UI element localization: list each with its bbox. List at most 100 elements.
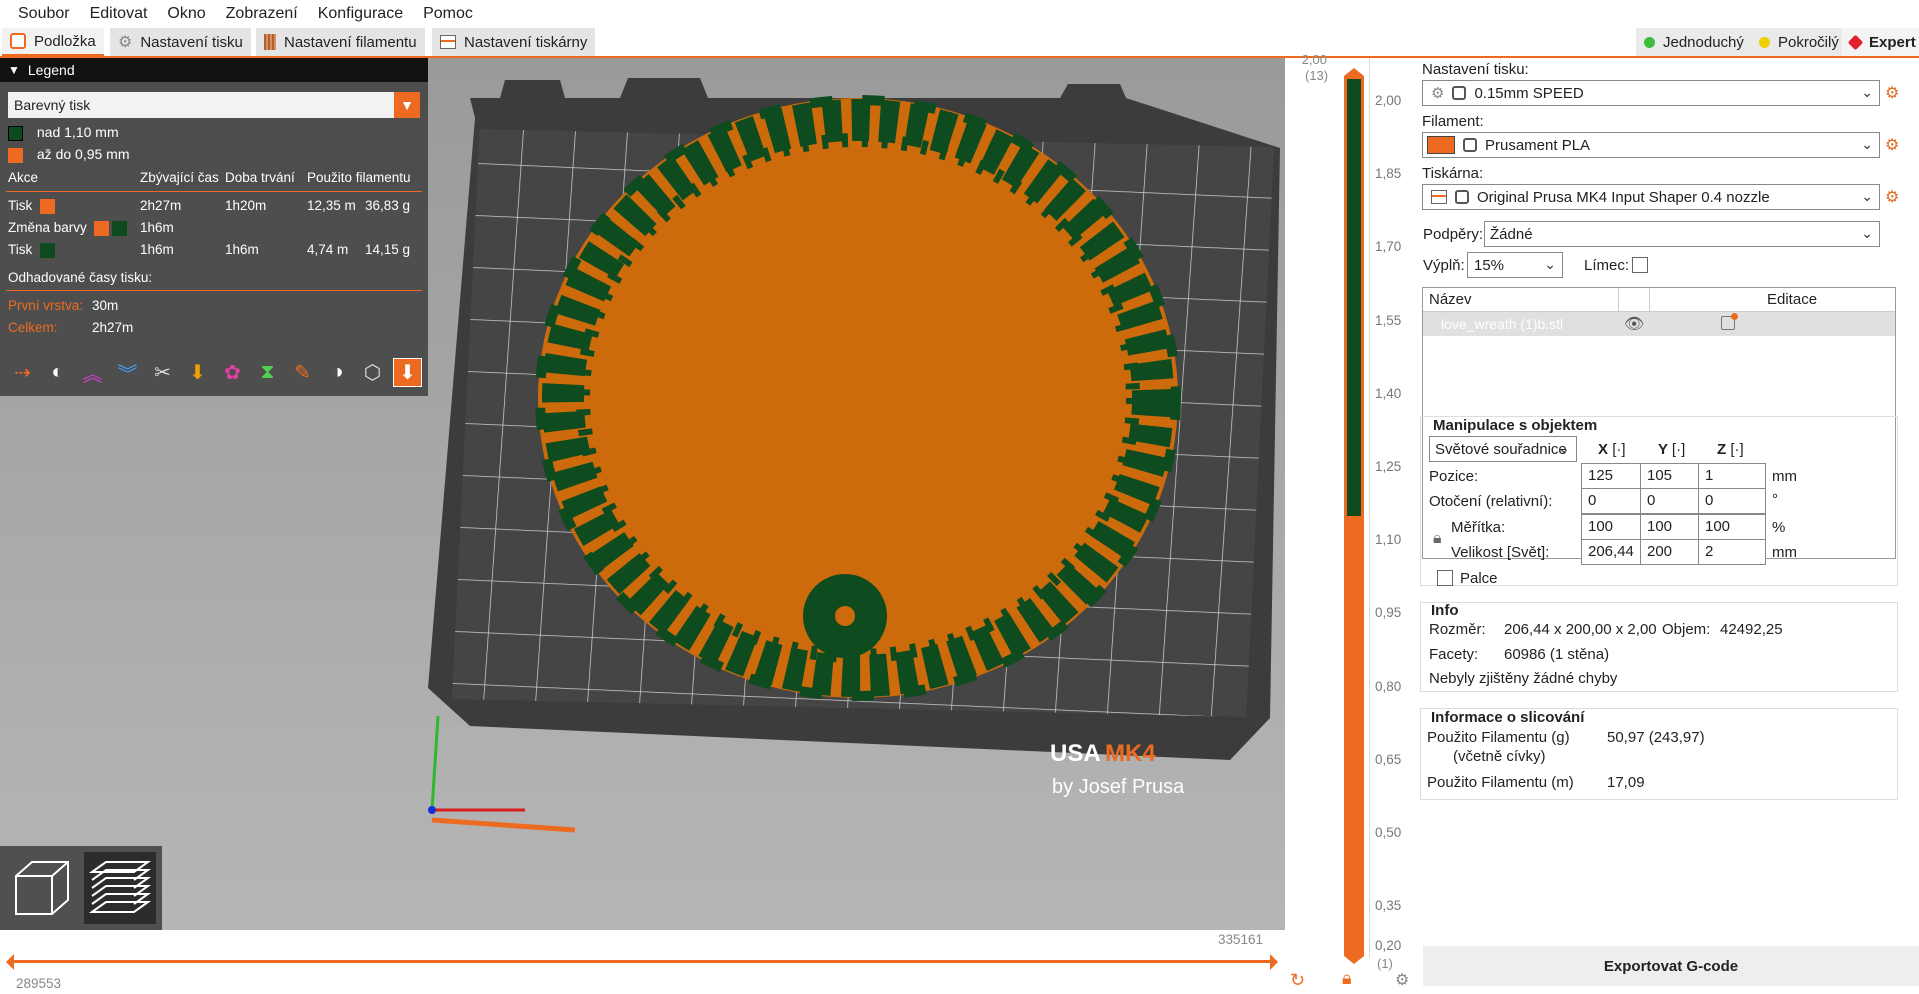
left-thumb[interactable] bbox=[6, 954, 14, 970]
tab-print-settings-label: Nastavení tisku bbox=[140, 33, 243, 51]
infill-combo[interactable]: 15% ⌄ bbox=[1467, 252, 1563, 278]
drop-axis-icon[interactable]: [·] bbox=[1730, 441, 1743, 458]
hslider-left-value: 289553 bbox=[16, 976, 62, 991]
view-toggle-panel bbox=[0, 846, 162, 930]
print-settings-combo[interactable]: ⚙ 0.15mm SPEED ⌄ bbox=[1422, 80, 1880, 106]
tick-label: 0,50 bbox=[1375, 825, 1402, 841]
eye-icon[interactable]: 👁︎ bbox=[1624, 314, 1644, 334]
coordinate-system-combo[interactable]: Světové souřadnice ⌄ bbox=[1429, 436, 1577, 462]
rotation-x-input[interactable]: 0 bbox=[1581, 488, 1649, 514]
layer-slider[interactable]: 2,00 (13) 2,00 1,85 1,70 1,55 1,40 1,25 … bbox=[1285, 52, 1415, 994]
supports-combo[interactable]: Žádné ⌄ bbox=[1484, 221, 1880, 247]
cog-icon[interactable]: ⚙ bbox=[1395, 970, 1409, 990]
3d-view-button[interactable] bbox=[6, 852, 78, 924]
chevron-down-icon: ⌄ bbox=[1544, 256, 1556, 272]
lock-icon[interactable]: 🔒︎ bbox=[1342, 968, 1352, 989]
axis-y-label: Y [·] bbox=[1658, 441, 1685, 458]
travel-icon[interactable]: ⇢ bbox=[8, 358, 37, 387]
menu-edit[interactable]: Editovat bbox=[80, 5, 158, 23]
object-row[interactable]: love_wreath (1)b.stl 👁︎ bbox=[1423, 312, 1895, 336]
print-settings-edit-icon[interactable]: ⚙ bbox=[1885, 83, 1899, 103]
drop-axis-icon[interactable]: [·] bbox=[1672, 441, 1685, 458]
tab-plater-label: Podložka bbox=[34, 32, 96, 50]
center-of-gravity-icon[interactable]: ◑ bbox=[323, 358, 352, 387]
pause-prints-icon[interactable]: ⧗ bbox=[253, 358, 282, 387]
export-gcode-button[interactable]: Exportovat G-code bbox=[1423, 946, 1919, 986]
color-changes-icon[interactable]: ✿ bbox=[218, 358, 247, 387]
range-high-label: nad 1,10 mm bbox=[36, 124, 119, 140]
retractions-icon[interactable]: ︽ bbox=[78, 358, 107, 387]
tab-filament-settings[interactable]: Nastavení filamentu bbox=[256, 28, 425, 56]
position-x-input[interactable]: 125 bbox=[1581, 463, 1649, 489]
mode-expert-button[interactable]: Expert bbox=[1842, 28, 1919, 56]
mode-simple-button[interactable]: Jednoduchý bbox=[1636, 28, 1752, 56]
scale-x-input[interactable]: 100 bbox=[1581, 514, 1649, 540]
estimated-times-label: Odhadované časy tisku: bbox=[8, 270, 153, 285]
row-length: 4,74 m bbox=[307, 242, 349, 257]
chevron-down-icon: ▼ bbox=[394, 92, 420, 118]
tick-label: 0,35 bbox=[1375, 898, 1402, 914]
lower-thumb[interactable] bbox=[1344, 956, 1364, 964]
slider-lower-range bbox=[1344, 516, 1364, 956]
tool-marker-icon[interactable]: ⬇ bbox=[393, 358, 422, 387]
view-type-select[interactable]: Barevný tisk ▼ bbox=[8, 92, 420, 118]
printer-icon bbox=[1431, 190, 1447, 204]
right-thumb[interactable] bbox=[1270, 954, 1278, 970]
move-slider[interactable]: 335161 289553 ↻ bbox=[0, 930, 1305, 994]
drop-axis-icon[interactable]: [·] bbox=[1612, 441, 1625, 458]
custom-gcodes-icon[interactable]: ✎ bbox=[288, 358, 317, 387]
menu-window[interactable]: Okno bbox=[157, 5, 215, 23]
shells-icon[interactable]: ⬡ bbox=[358, 358, 387, 387]
rotation-z-input[interactable]: 0 bbox=[1698, 488, 1766, 514]
filament-value: Prusament PLA bbox=[1485, 136, 1591, 154]
size-x-input[interactable]: 206,44 bbox=[1581, 539, 1649, 565]
tab-printer-settings[interactable]: Nastavení tiskárny bbox=[432, 28, 596, 56]
legend-header[interactable]: ▼ Legend bbox=[0, 58, 428, 82]
color-swatch bbox=[94, 221, 109, 236]
printer-edit-icon[interactable]: ⚙ bbox=[1885, 187, 1899, 207]
lock-icon bbox=[1455, 190, 1469, 204]
menu-configuration[interactable]: Konfigurace bbox=[308, 5, 413, 23]
printer-combo[interactable]: Original Prusa MK4 Input Shaper 0.4 nozz… bbox=[1422, 184, 1880, 210]
size-info-label: Rozměr: bbox=[1429, 621, 1486, 638]
edit-icon[interactable] bbox=[1721, 313, 1738, 330]
bed-logo-prefix: USA bbox=[1050, 740, 1101, 767]
row-length: 12,35 m bbox=[307, 198, 356, 213]
tick-label: 2,00 bbox=[1375, 93, 1402, 108]
position-z-input[interactable]: 1 bbox=[1698, 463, 1766, 489]
lock-scale-icon[interactable]: 🔒︎ bbox=[1433, 530, 1442, 548]
lock-icon bbox=[1452, 86, 1467, 100]
reset-icon[interactable]: ↻ bbox=[1290, 970, 1305, 991]
inches-checkbox[interactable] bbox=[1437, 570, 1453, 586]
deretractions-icon[interactable]: ︾ bbox=[113, 358, 142, 387]
infill-value: 15% bbox=[1474, 256, 1505, 274]
tool-changes-icon[interactable]: ⬇ bbox=[183, 358, 212, 387]
chevron-down-icon: ⌄ bbox=[1861, 136, 1873, 152]
simple-mode-dot-icon bbox=[1644, 36, 1655, 48]
brim-checkbox[interactable] bbox=[1632, 257, 1648, 273]
menu-help[interactable]: Pomoc bbox=[413, 5, 483, 23]
bed-icon bbox=[10, 33, 26, 49]
legend-range-high: nad 1,10 mm bbox=[8, 124, 119, 141]
filament-combo[interactable]: Prusament PLA ⌄ bbox=[1422, 132, 1880, 158]
preview-view-button[interactable] bbox=[84, 852, 156, 924]
wipe-icon[interactable]: ◐ bbox=[43, 358, 72, 387]
upper-thumb[interactable] bbox=[1344, 68, 1364, 76]
position-unit: mm bbox=[1772, 468, 1797, 485]
menu-view[interactable]: Zobrazení bbox=[216, 5, 308, 23]
gear-icon: ⚙ bbox=[118, 34, 133, 51]
axis-x-label: X [·] bbox=[1598, 441, 1626, 458]
filament-edit-icon[interactable]: ⚙ bbox=[1885, 135, 1899, 155]
size-z-input[interactable]: 2 bbox=[1698, 539, 1766, 565]
seams-icon[interactable]: ✂ bbox=[148, 358, 177, 387]
bed-logo-byline: by Josef Prusa bbox=[1052, 776, 1185, 798]
scale-z-input[interactable]: 100 bbox=[1698, 514, 1766, 540]
x-axis-marker bbox=[431, 817, 576, 833]
tab-plater[interactable]: Podložka bbox=[2, 28, 104, 56]
mode-advanced-button[interactable]: Pokročilý bbox=[1751, 28, 1847, 56]
total-label: Celkem: bbox=[8, 320, 58, 335]
slider-tick-labels: 2,00 1,85 1,70 1,55 1,40 1,25 1,10 0,95 … bbox=[1375, 64, 1401, 942]
bed-logo-model: MK4 bbox=[1105, 740, 1156, 767]
tab-print-settings[interactable]: ⚙ Nastavení tisku bbox=[110, 28, 251, 56]
menu-file[interactable]: Soubor bbox=[8, 5, 80, 23]
